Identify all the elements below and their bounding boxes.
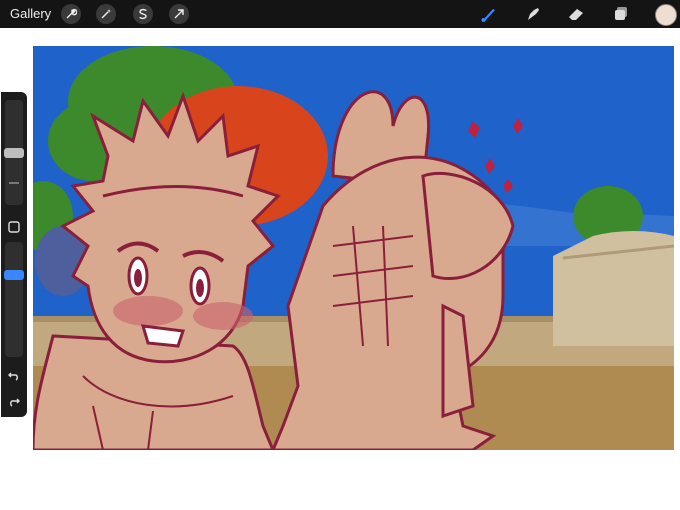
eraser-icon[interactable] xyxy=(566,4,586,24)
sidebar-panel xyxy=(1,92,27,417)
square-icon[interactable] xyxy=(7,220,21,234)
layers-icon[interactable] xyxy=(611,4,631,24)
color-swatch[interactable] xyxy=(655,4,677,26)
canvas-artwork xyxy=(33,46,674,450)
top-toolbar: Gallery xyxy=(0,0,680,28)
selection-s-icon[interactable] xyxy=(133,4,153,24)
wrench-icon[interactable] xyxy=(61,4,81,24)
opacity-thumb[interactable] xyxy=(4,270,24,280)
redo-icon[interactable] xyxy=(7,394,21,408)
gallery-button[interactable]: Gallery xyxy=(10,6,51,21)
brush-icon[interactable] xyxy=(479,4,499,24)
magic-wand-icon[interactable] xyxy=(96,4,116,24)
arrow-cursor-icon[interactable] xyxy=(169,4,189,24)
brush-size-thumb[interactable] xyxy=(4,148,24,158)
slider-tick xyxy=(9,182,19,184)
brush-size-slider[interactable] xyxy=(4,100,24,205)
smudge-icon[interactable] xyxy=(523,4,543,24)
opacity-slider[interactable] xyxy=(4,242,24,357)
undo-icon[interactable] xyxy=(7,368,21,382)
artwork-image xyxy=(33,46,674,450)
